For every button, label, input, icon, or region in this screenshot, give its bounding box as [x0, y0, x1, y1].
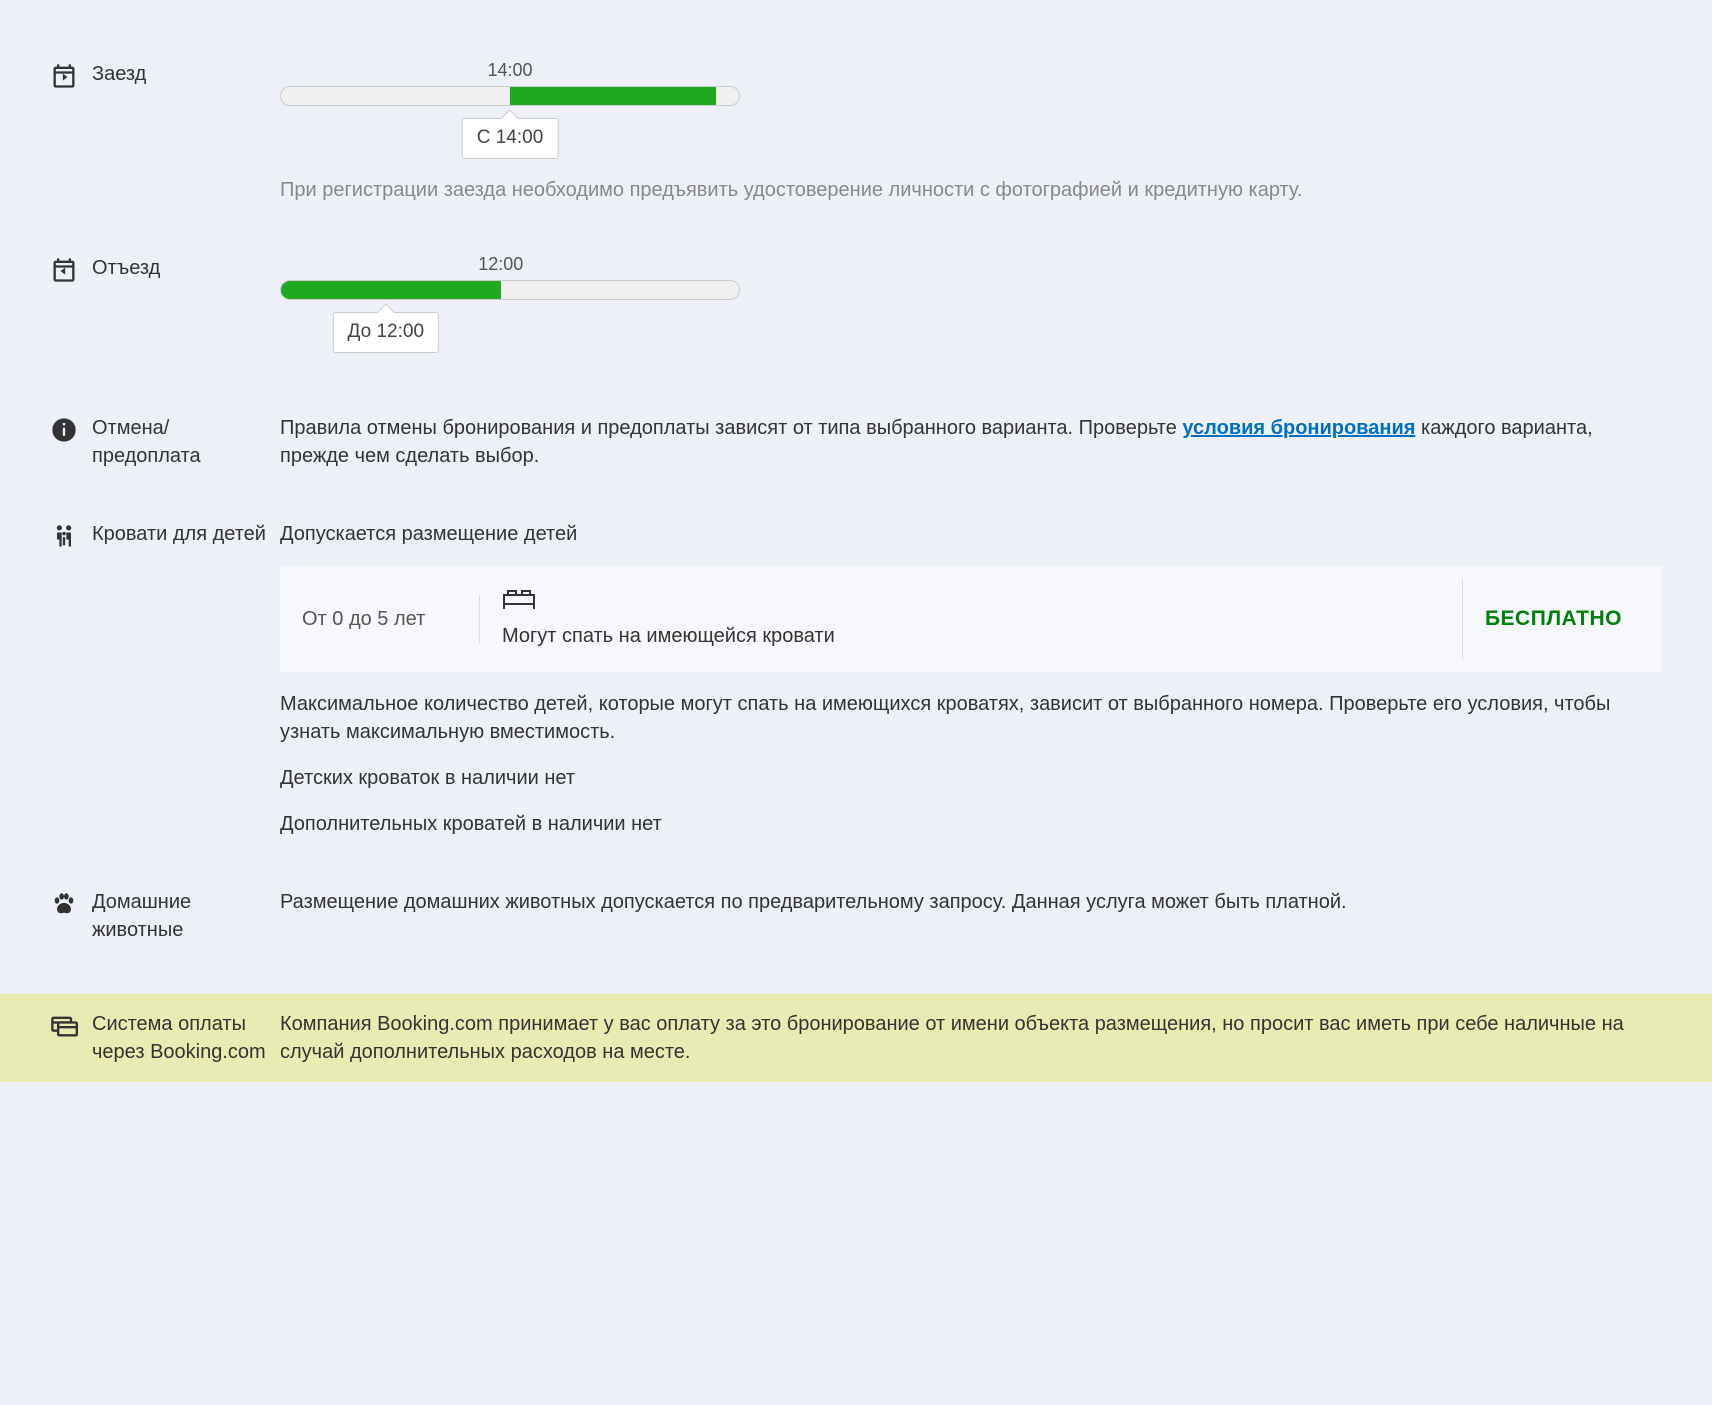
checkout-bar-fill	[281, 281, 501, 299]
pets-text: Размещение домашних животных допускается…	[280, 888, 1662, 916]
payment-row: Система оплаты через Booking.com Компани…	[0, 994, 1712, 1082]
cancellation-text-before: Правила отмены бронирования и предоплаты…	[280, 417, 1182, 439]
pets-content: Размещение домашних животных допускается…	[280, 888, 1662, 944]
checkout-label: Отъезд	[92, 254, 160, 282]
family-icon	[50, 522, 78, 550]
payment-text: Компания Booking.com принимает у вас опл…	[280, 1010, 1662, 1066]
info-icon	[50, 416, 78, 444]
payment-label-col: Система оплаты через Booking.com	[50, 1010, 280, 1066]
calendar-checkin-icon	[50, 62, 78, 90]
children-bed-text: Могут спать на имеющейся кровати	[502, 622, 1440, 650]
children-bed-cell: Могут спать на имеющейся кровати	[480, 578, 1463, 660]
cancellation-content: Правила отмены бронирования и предоплаты…	[280, 414, 1662, 470]
checkout-bar	[280, 280, 740, 300]
children-label: Кровати для детей	[92, 520, 266, 548]
children-price-cell: БЕСПЛАТНО	[1463, 594, 1662, 643]
cancellation-label: Отмена/ предоплата	[92, 414, 280, 470]
bed-icon	[502, 588, 1440, 618]
payment-content: Компания Booking.com принимает у вас опл…	[280, 1010, 1662, 1066]
cancellation-row: Отмена/ предоплата Правила отмены бронир…	[0, 414, 1712, 470]
checkin-note: При регистрации заезда необходимо предъя…	[280, 176, 1662, 204]
cancellation-text: Правила отмены бронирования и предоплаты…	[280, 414, 1662, 470]
pets-label-col: Домашние животные	[50, 888, 280, 944]
checkout-label-col: Отъезд	[50, 254, 280, 364]
children-row: Кровати для детей Допускается размещение…	[0, 520, 1712, 838]
checkin-tick-label: 14:00	[487, 58, 532, 83]
children-age-cell: От 0 до 5 лет	[280, 595, 480, 643]
pets-row: Домашние животные Размещение домашних жи…	[0, 888, 1712, 944]
checkin-bar-fill	[510, 87, 716, 105]
children-para3: Дополнительных кроватей в наличии нет	[280, 810, 1662, 838]
calendar-checkout-icon	[50, 256, 78, 284]
cancellation-label-col: Отмена/ предоплата	[50, 414, 280, 470]
children-price: БЕСПЛАТНО	[1485, 604, 1622, 633]
checkout-tooltip: До 12:00	[333, 312, 439, 353]
children-intro: Допускается размещение детей	[280, 520, 1662, 548]
credit-cards-icon	[50, 1012, 78, 1040]
children-para1: Максимальное количество детей, которые м…	[280, 690, 1662, 746]
checkout-timeline: 12:00 До 12:00	[280, 280, 1662, 350]
children-content: Допускается размещение детей От 0 до 5 л…	[280, 520, 1662, 838]
checkout-row: Отъезд 12:00 До 12:00	[0, 254, 1712, 364]
children-table: От 0 до 5 лет Могут спать на имеющейся к…	[280, 566, 1662, 672]
children-label-col: Кровати для детей	[50, 520, 280, 838]
hotel-policies: Заезд 14:00 С 14:00 При регистрации заез…	[0, 0, 1712, 1082]
booking-conditions-link[interactable]: условия бронирования	[1182, 417, 1415, 439]
checkin-bar	[280, 86, 740, 106]
checkout-content: 12:00 До 12:00	[280, 254, 1662, 364]
paw-icon	[50, 890, 78, 918]
children-para2: Детских кроваток в наличии нет	[280, 764, 1662, 792]
checkin-content: 14:00 С 14:00 При регистрации заезда нео…	[280, 60, 1662, 204]
children-age-range: От 0 до 5 лет	[302, 605, 457, 633]
payment-label: Система оплаты через Booking.com	[92, 1010, 280, 1066]
checkin-label: Заезд	[92, 60, 146, 88]
checkin-row: Заезд 14:00 С 14:00 При регистрации заез…	[0, 60, 1712, 204]
checkin-label-col: Заезд	[50, 60, 280, 204]
pets-label: Домашние животные	[92, 888, 280, 944]
checkin-timeline: 14:00 С 14:00	[280, 86, 1662, 156]
checkin-tooltip: С 14:00	[462, 118, 559, 159]
checkout-tick-label: 12:00	[478, 252, 523, 277]
